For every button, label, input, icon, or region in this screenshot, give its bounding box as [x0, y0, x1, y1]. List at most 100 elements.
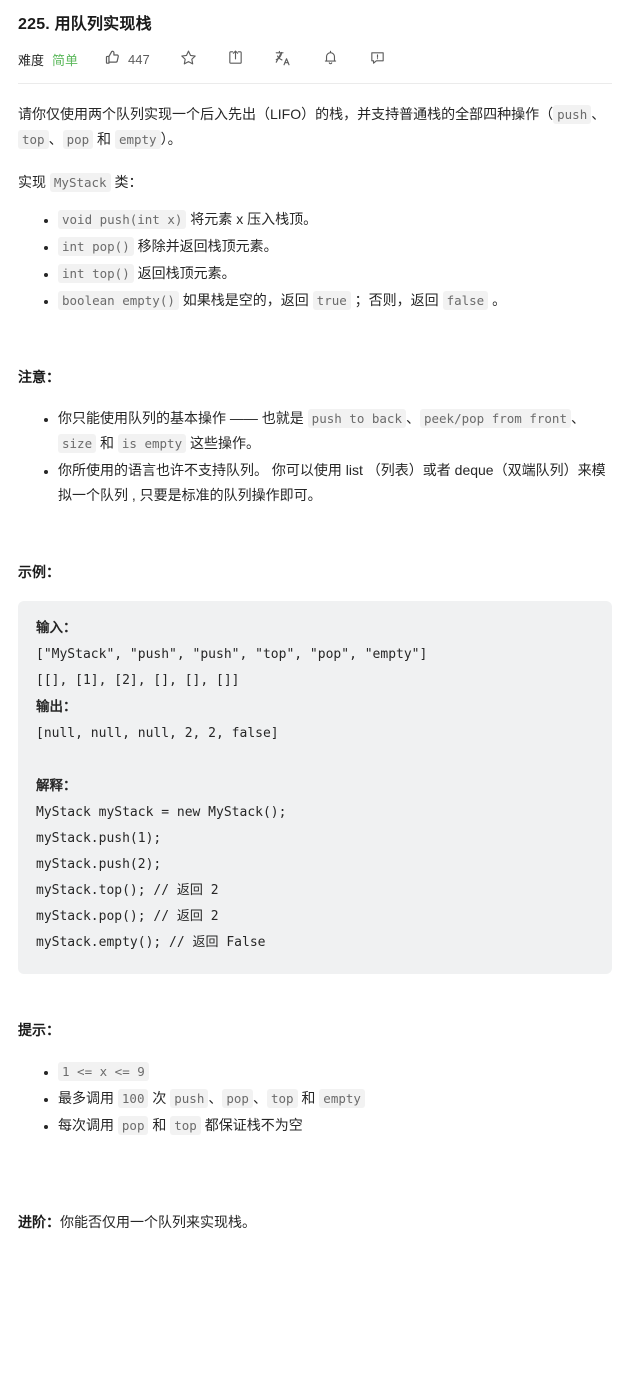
sep-1: 、 [591, 106, 606, 122]
advanced-text: 你能否仅用一个队列来实现栈。 [60, 1214, 256, 1230]
code-chip-top-3: top [170, 1116, 201, 1135]
method-text-1: 如果栈是空的，返回 [178, 292, 313, 308]
code-chip-top: top [18, 130, 49, 149]
advanced-line: 进阶：你能否仅用一个队列来实现栈。 [18, 1210, 612, 1235]
code-chip-pop: pop [62, 130, 94, 149]
code-chip-false: false [442, 291, 489, 310]
list-item: 1 <= x <= 9 [58, 1059, 612, 1084]
hints-list: 1 <= x <= 9 最多调用 100 次 push、pop、top 和 em… [18, 1059, 612, 1138]
advanced-label: 进阶： [18, 1214, 60, 1230]
hint-sep-2: 、 [252, 1090, 267, 1106]
page-title: 225. 用队列实现栈 [18, 16, 152, 33]
feedback-button[interactable] [369, 49, 386, 69]
code-chip-100: 100 [117, 1089, 149, 1108]
code-chip-push: push [553, 105, 592, 124]
star-icon [180, 49, 197, 69]
method-text: 返回栈顶元素。 [133, 265, 236, 281]
hint-sep-3: 和 [297, 1090, 320, 1106]
example-explain-line: myStack.top(); // 返回 2 [36, 883, 219, 898]
hint-text-1: 最多调用 [58, 1090, 118, 1106]
method-text-2: ；否则，返回 [350, 292, 443, 308]
list-item: 最多调用 100 次 push、pop、top 和 empty [58, 1086, 612, 1111]
example-explain-line: MyStack myStack = new MyStack(); [36, 805, 287, 820]
list-item: boolean empty() 如果栈是空的，返回 true ；否则，返回 fa… [58, 288, 612, 313]
hint3-sep: 和 [148, 1117, 171, 1133]
sep-2: 、 [48, 131, 63, 147]
difficulty-badge: 简单 [52, 52, 79, 68]
list-item: int top() 返回栈顶元素。 [58, 261, 612, 286]
code-chip-true: true [312, 291, 351, 310]
hint-text-2: 次 [148, 1090, 171, 1106]
problem-meta-row: 难度 简单 447 [18, 44, 612, 74]
code-chip-constraint-x: 1 <= x <= 9 [58, 1062, 149, 1081]
example-input-line-1: ["MyStack", "push", "push", "top", "pop"… [36, 647, 428, 662]
code-chip-mystack: MyStack [49, 173, 111, 192]
notification-button[interactable] [322, 49, 339, 69]
note-text-1: 你只能使用队列的基本操作 —— 也就是 [58, 410, 308, 426]
list-item: 你所使用的语言也许不支持队列。 你可以使用 list （列表）或者 deque（… [58, 458, 612, 508]
bell-icon [322, 49, 339, 69]
hint3-text-1: 每次调用 [58, 1117, 118, 1133]
method-list: void push(int x) 将元素 x 压入栈顶。 int pop() 移… [18, 207, 612, 313]
list-item: int pop() 移除并返回栈顶元素。 [58, 234, 612, 259]
star-button[interactable] [180, 49, 197, 69]
code-chip-push-to-back: push to back [307, 409, 406, 428]
hint-sep-1: 、 [208, 1090, 223, 1106]
code-chip-pop-3: pop [117, 1116, 149, 1135]
implement-line: 实现 MyStack 类： [18, 170, 612, 195]
intro-end: ）。 [160, 131, 182, 147]
translate-button[interactable] [274, 49, 292, 70]
sep-3: 和 [93, 131, 115, 147]
implement-prefix: 实现 [18, 174, 50, 190]
feedback-icon [369, 49, 386, 69]
difficulty-label: 难度 [18, 52, 45, 68]
translate-icon [274, 49, 292, 70]
example-code-block: 输入： ["MyStack", "push", "push", "top", "… [18, 601, 612, 974]
example-explain-line: myStack.push(2); [36, 857, 162, 872]
note-sep-1: 、 [405, 410, 420, 426]
notes-heading: 注意： [18, 369, 60, 385]
notes-list: 你只能使用队列的基本操作 —— 也就是 push to back、peek/po… [18, 406, 612, 508]
thumbs-up-icon [104, 49, 121, 69]
method-text: 将元素 x 压入栈顶。 [186, 211, 318, 227]
like-button[interactable]: 447 [104, 49, 150, 69]
note-text-2: 这些操作。 [186, 435, 260, 451]
example-explain-line: myStack.push(1); [36, 831, 162, 846]
code-chip-push-2: push [170, 1089, 209, 1108]
list-item: 每次调用 pop 和 top 都保证栈不为空 [58, 1113, 612, 1138]
code-chip-int-top: int top() [58, 264, 134, 283]
list-item: 你只能使用队列的基本操作 —— 也就是 push to back、peek/po… [58, 406, 612, 456]
method-text: 移除并返回栈顶元素。 [133, 238, 278, 254]
example-input-line-2: [[], [1], [2], [], [], []] [36, 673, 240, 688]
code-chip-size: size [58, 434, 97, 453]
code-chip-int-pop: int pop() [58, 237, 134, 256]
example-output-label: 输出： [36, 699, 77, 714]
note-sep-3: 和 [96, 435, 118, 451]
code-chip-void-push: void push(int x) [58, 210, 187, 229]
code-chip-empty-2: empty [319, 1089, 365, 1108]
example-input-label: 输入： [36, 620, 77, 635]
problem-content: 请你仅使用两个队列实现一个后入先出（LIFO）的栈，并支持普通栈的全部四种操作（… [18, 84, 612, 1235]
example-explain-line: myStack.pop(); // 返回 2 [36, 909, 219, 924]
share-icon [227, 49, 244, 69]
intro-text: 请你仅使用两个队列实现一个后入先出（LIFO）的栈，并支持普通栈的全部四种操作（ [18, 106, 554, 122]
description-intro: 请你仅使用两个队列实现一个后入先出（LIFO）的栈，并支持普通栈的全部四种操作（… [18, 102, 612, 152]
example-explain-label: 解释： [36, 778, 77, 793]
hint3-text-2: 都保证栈不为空 [200, 1117, 303, 1133]
implement-suffix: 类： [110, 174, 143, 190]
code-chip-pop-2: pop [222, 1089, 253, 1108]
hints-heading: 提示： [18, 1022, 60, 1038]
code-chip-is-empty: is empty [117, 434, 187, 453]
like-count: 447 [128, 51, 150, 67]
code-chip-empty: empty [114, 130, 161, 149]
share-button[interactable] [227, 49, 244, 69]
list-item: void push(int x) 将元素 x 压入栈顶。 [58, 207, 612, 232]
note-sep-2: 、 [570, 410, 585, 426]
problem-page: 225. 用队列实现栈 难度 简单 447 请你仅使用两个队列实现一个后入先出（… [0, 0, 630, 1235]
